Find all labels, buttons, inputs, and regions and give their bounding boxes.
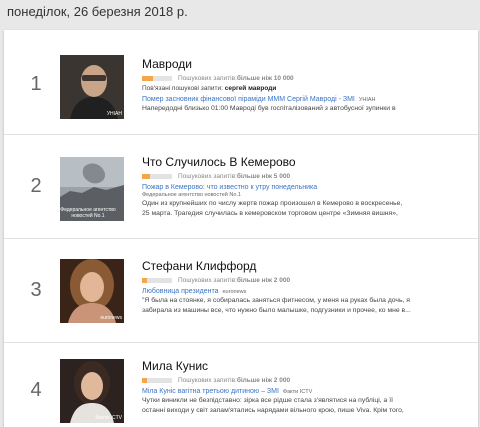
search-volume-label: Пошукових запитів: [178, 75, 237, 82]
news-snippet-line: забирала из машины все, что нужно было м… [142, 307, 411, 314]
news-snippet-line: Один из крупнейших по числу жертв пожар … [142, 200, 403, 207]
news-source: Факти ICTV [282, 389, 313, 395]
thumbnail-image[interactable]: Факти ICTV [60, 359, 124, 423]
thumbnail-caption: Факти ICTV [95, 415, 122, 421]
news-headline[interactable]: Любовница президента [142, 288, 219, 295]
date-heading: понеділок, 26 березня 2018 р. [7, 4, 188, 19]
related-queries: Пов'язані пошукові запити: сергей маврод… [142, 85, 472, 92]
search-volume-bar-fill [142, 278, 147, 283]
search-volume: Пошукових запитів: більше ніж 5 000 [142, 173, 472, 180]
trend-item[interactable]: 1 УНІАН Мавроди Пошукових запитів: більш… [4, 30, 478, 134]
news-headline[interactable]: Помер засновник фінансової піраміди МММ … [142, 96, 355, 103]
search-volume: Пошукових запитів: більше ніж 2 000 [142, 277, 472, 284]
search-volume-bar [142, 278, 172, 283]
search-volume-bar-fill [142, 76, 153, 81]
search-volume-value: більше ніж 2 000 [236, 277, 291, 284]
rank-number: 2 [30, 175, 42, 197]
trend-item[interactable]: 2 Федеральное агентство новостей No.1 Чт… [4, 134, 478, 238]
search-volume-value: більше ніж 2 000 [236, 377, 291, 384]
trend-title[interactable]: Стефани Клиффорд [142, 259, 472, 273]
news-snippet-line: Напередодні близько 01:00 Мавроді був го… [142, 105, 396, 112]
trend-title[interactable]: Мавроди [142, 57, 472, 71]
related-query-link[interactable]: сергей мавроди [225, 85, 277, 92]
trending-list: 1 УНІАН Мавроди Пошукових запитів: більш… [4, 30, 478, 427]
news-source: УНІАН [358, 97, 376, 103]
rank-number: 4 [30, 379, 42, 401]
news-snippet-line: Чутки виникли не безпідставно: зірка все… [142, 397, 394, 404]
search-volume-bar [142, 76, 172, 81]
search-volume-label: Пошукових запитів: [178, 173, 237, 180]
search-volume: Пошукових запитів: більше ніж 2 000 [142, 377, 472, 384]
thumbnail-caption: УНІАН [106, 111, 122, 117]
thumbnail-image[interactable]: euronews [60, 259, 124, 323]
search-volume-label: Пошукових запитів: [178, 277, 237, 284]
search-volume-bar-fill [142, 378, 147, 383]
trend-item[interactable]: 4 Факти ICTV Мила Кунис Пошукових запиті… [4, 342, 478, 427]
search-volume-value: більше ніж 5 000 [236, 173, 291, 180]
trend-title[interactable]: Мила Кунис [142, 359, 472, 373]
rank-number: 3 [30, 279, 42, 301]
search-volume-value: більше ніж 10 000 [236, 75, 294, 82]
thumbnail-image[interactable]: Федеральное агентство новостей No.1 [60, 157, 124, 221]
news-headline-link[interactable]: Пожар в Кемерово: что известно к утру по… [142, 184, 472, 191]
thumbnail-image[interactable]: УНІАН [60, 55, 124, 119]
thumbnail-caption: Федеральное агентство новостей No.1 [60, 207, 116, 219]
search-volume-label: Пошукових запитів: [178, 377, 237, 384]
news-snippet-line: "Я была на стоянке, я собиралась занятьс… [142, 297, 410, 304]
search-volume-bar [142, 378, 172, 383]
thumbnail-caption: euronews [100, 315, 122, 321]
search-volume-bar [142, 174, 172, 179]
news-source: euronews [222, 289, 247, 295]
news-headline[interactable]: Пожар в Кемерово: что известно к утру по… [142, 184, 317, 191]
trend-title[interactable]: Что Случилось В Кемерово [142, 155, 472, 169]
trend-item[interactable]: 3 euronews Стефани Клиффорд Пошукових за… [4, 238, 478, 342]
news-snippet-line: 25 марта. Трагедия случилась в кемеровск… [142, 210, 398, 217]
news-headline-link[interactable]: Помер засновник фінансової піраміди МММ … [142, 96, 472, 103]
related-queries-label: Пов'язані пошукові запити: [142, 85, 225, 92]
rank-number: 1 [30, 73, 42, 95]
news-headline-link[interactable]: Міла Куніс вагітна третьою дитиною – ЗМІ… [142, 388, 472, 395]
news-snippet-line: останні виходи у світ запам'ятались наря… [142, 407, 404, 414]
news-headline-link[interactable]: Любовница президента euronews [142, 288, 472, 295]
search-volume: Пошукових запитів: більше ніж 10 000 [142, 75, 472, 82]
news-headline[interactable]: Міла Куніс вагітна третьою дитиною – ЗМІ [142, 388, 279, 395]
news-source: Федеральное агентство новостей No.1 [142, 192, 241, 198]
search-volume-bar-fill [142, 174, 150, 179]
